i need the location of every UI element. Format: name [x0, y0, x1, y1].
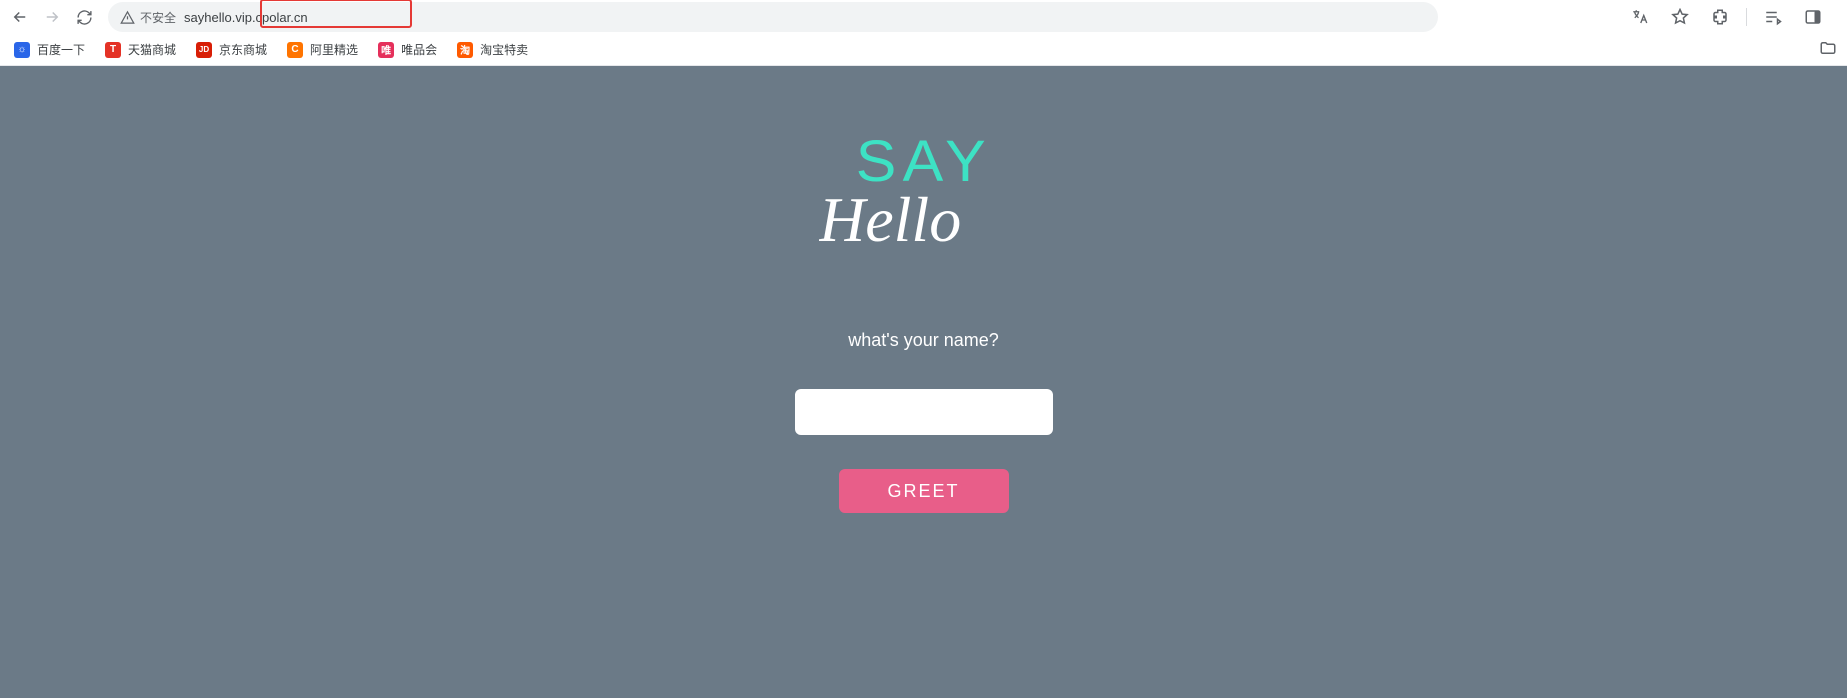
warning-icon	[120, 10, 135, 25]
page-content: SAY Hello what's your name? GREET	[0, 66, 1847, 698]
bookmark-label: 京东商城	[219, 41, 267, 58]
bookmark-label: 淘宝特卖	[480, 41, 528, 58]
forward-button[interactable]	[38, 3, 66, 31]
reload-button[interactable]	[70, 3, 98, 31]
bookmark-jd[interactable]: JD 京东商城	[196, 41, 267, 58]
name-prompt: what's your name?	[848, 330, 999, 351]
extensions-icon[interactable]	[1706, 3, 1734, 31]
toolbar: 不安全 sayhello.vip.cpolar.cn	[0, 0, 1847, 34]
bookmark-icon: ☼	[14, 42, 30, 58]
bookmark-icon: 淘	[457, 42, 473, 58]
toolbar-tail	[1626, 3, 1841, 31]
bookmark-tmall[interactable]: T 天猫商城	[105, 41, 176, 58]
bookmark-baidu[interactable]: ☼ 百度一下	[14, 41, 85, 58]
bookmark-vip[interactable]: 唯 唯品会	[378, 41, 437, 58]
bookmark-taobao[interactable]: 淘 淘宝特卖	[457, 41, 528, 58]
address-bar[interactable]: 不安全 sayhello.vip.cpolar.cn	[108, 2, 1438, 32]
bookmark-icon: 唯	[378, 42, 394, 58]
bookmark-icon: T	[105, 42, 121, 58]
security-indicator[interactable]: 不安全	[120, 9, 176, 26]
bookmark-star-icon[interactable]	[1666, 3, 1694, 31]
url-text: sayhello.vip.cpolar.cn	[184, 10, 308, 25]
translate-icon[interactable]	[1626, 3, 1654, 31]
security-text: 不安全	[140, 9, 176, 26]
bookmark-label: 天猫商城	[128, 41, 176, 58]
browser-chrome: 不安全 sayhello.vip.cpolar.cn	[0, 0, 1847, 66]
back-button[interactable]	[6, 3, 34, 31]
greet-button[interactable]: GREET	[839, 469, 1009, 513]
title-say: SAY	[855, 128, 991, 195]
name-input[interactable]	[795, 389, 1053, 435]
bookmark-icon: JD	[196, 42, 212, 58]
bookmarks-folder-icon[interactable]	[1819, 39, 1837, 60]
bookmark-ali[interactable]: C 阿里精选	[287, 41, 358, 58]
bookmark-label: 阿里精选	[310, 41, 358, 58]
bookmarks-bar: ☼ 百度一下 T 天猫商城 JD 京东商城 C 阿里精选 唯 唯品会 淘 淘宝特…	[0, 34, 1847, 66]
bookmark-icon: C	[287, 42, 303, 58]
title-hello: Hello	[819, 183, 1029, 268]
toolbar-divider	[1746, 8, 1747, 26]
side-panel-icon[interactable]	[1799, 3, 1827, 31]
bookmark-label: 唯品会	[401, 41, 437, 58]
playlist-icon[interactable]	[1759, 3, 1787, 31]
bookmark-label: 百度一下	[37, 41, 85, 58]
